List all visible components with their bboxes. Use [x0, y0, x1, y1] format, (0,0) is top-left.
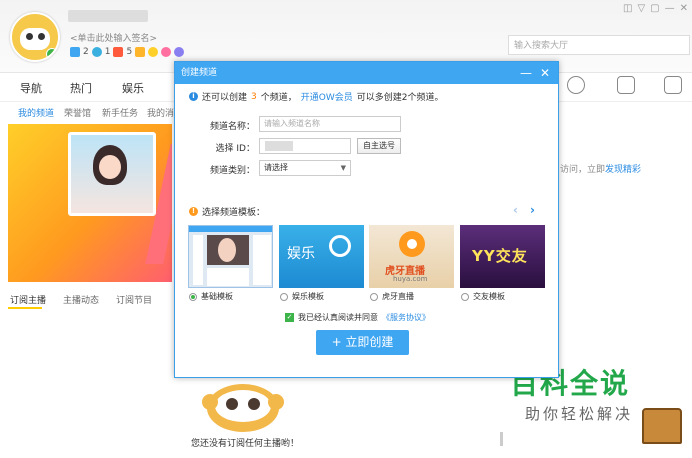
minimize-icon[interactable]: — — [665, 3, 675, 14]
service-agreement-link[interactable]: 《服务协议》 — [382, 312, 430, 323]
info-icon: i — [189, 92, 198, 101]
template-huya-option[interactable]: 虎牙直播 — [370, 291, 414, 302]
discover-link[interactable]: 发现精彩 — [605, 165, 641, 175]
vip-icon — [174, 47, 185, 57]
watermark-subtitle: 助你轻松解决 — [525, 405, 634, 423]
love-icon — [161, 47, 172, 57]
close-icon[interactable]: ✕ — [540, 62, 550, 84]
category-label: 频道类别： — [209, 166, 255, 176]
subnav-my-channels[interactable]: 我的频道 — [18, 106, 54, 119]
skin-icon[interactable]: ◫ — [623, 3, 632, 14]
level-icon — [113, 47, 124, 57]
agree-checkbox[interactable]: ✓ — [285, 313, 294, 322]
id-label: 选择 ID： — [215, 144, 255, 154]
badge-row: 2 1 5 — [70, 47, 185, 57]
signature-field[interactable]: <单击此处输入签名> — [70, 31, 157, 44]
template-heading: ! 选择频道模板： — [189, 205, 265, 218]
minimize-icon[interactable]: — — [520, 62, 532, 84]
smile-icon — [148, 47, 159, 57]
empty-state-message: 您还没有订阅任何主播哟！ — [191, 439, 300, 449]
settings-icon[interactable]: ▢ — [650, 3, 659, 14]
template-social-option[interactable]: 交友模板 — [461, 291, 505, 302]
create-channel-dialog: 创建频道 — ✕ i 还可以创建 3 个频道， 开通OW会员 可以多创建2个频道… — [174, 61, 559, 378]
dialog-title: 创建频道 — [175, 62, 558, 84]
online-status-icon — [46, 48, 58, 60]
prev-page-icon[interactable]: ‹ — [513, 203, 518, 217]
nav-item-guide[interactable]: 导航 — [20, 80, 42, 96]
next-page-icon[interactable]: › — [530, 203, 535, 217]
banner-photo — [68, 132, 156, 216]
radio[interactable] — [461, 292, 469, 301]
play-icon — [135, 47, 146, 57]
nav-item-hot[interactable]: 热门 — [70, 80, 92, 96]
menu-icon[interactable]: ▽ — [637, 3, 645, 14]
template-basic-thumb[interactable] — [188, 225, 273, 288]
template-entertainment-thumb[interactable]: 娱乐 — [279, 225, 364, 288]
category-select[interactable]: 请选择 ▼ — [259, 160, 351, 176]
contacts-icon[interactable] — [617, 76, 635, 94]
template-huya-thumb[interactable]: 虎牙直播 huya.com — [369, 225, 454, 288]
channel-name-input[interactable]: 请输入频道名称 — [259, 116, 401, 132]
promo-banner[interactable] — [8, 124, 172, 282]
radio-selected[interactable] — [189, 292, 197, 301]
search-input[interactable]: 输入搜索大厅 — [508, 35, 690, 55]
radio[interactable] — [280, 292, 288, 301]
subnav-messages[interactable]: 我的消 — [147, 106, 174, 119]
active-tab-indicator — [8, 307, 42, 309]
nav-item-entertainment[interactable]: 娱乐 — [122, 80, 144, 96]
radio[interactable] — [370, 292, 378, 301]
subnav-honor[interactable]: 荣誉馆 — [64, 106, 91, 119]
tab-subscribed-shows[interactable]: 订阅节目 — [116, 293, 152, 306]
heart-icon — [91, 47, 102, 57]
treasure-chest-icon[interactable] — [642, 408, 682, 444]
tab-subscribed-hosts[interactable]: 订阅主播 — [10, 293, 46, 306]
scrollbar[interactable] — [500, 432, 503, 446]
channel-name-label: 频道名称： — [209, 122, 255, 132]
avatar[interactable] — [10, 12, 60, 62]
quota-info: i 还可以创建 3 个频道， 开通OW会员 可以多创建2个频道。 — [189, 90, 443, 103]
apps-icon[interactable] — [664, 76, 682, 94]
tab-host-updates[interactable]: 主播动态 — [63, 293, 99, 306]
window-controls: ◫ ▽ ▢ — ✕ — [623, 3, 688, 14]
close-icon[interactable]: ✕ — [680, 3, 688, 14]
create-now-button[interactable]: + 立即创建 — [316, 330, 409, 355]
ow-member-link[interactable]: 开通OW会员 — [301, 90, 353, 103]
agreement-row: ✓ 我已经认真阅读并同意 《服务协议》 — [285, 312, 430, 323]
quota-count: 3 — [251, 91, 257, 102]
discover-hint: 访问，立即发现精彩 — [560, 165, 642, 175]
id-masked — [265, 141, 293, 151]
chevron-down-icon: ▼ — [340, 164, 346, 172]
template-social-thumb[interactable]: YY交友 — [460, 225, 545, 288]
warning-icon: ! — [189, 207, 198, 216]
user-icon[interactable] — [567, 76, 585, 94]
template-entertainment-option[interactable]: 娱乐模板 — [280, 291, 324, 302]
template-basic-option[interactable]: 基础模板 — [189, 291, 233, 302]
choose-id-button[interactable]: 自主选号 — [357, 138, 401, 154]
subnav-tasks[interactable]: 新手任务 — [102, 106, 138, 119]
username-masked — [68, 10, 148, 22]
badge-icon — [70, 47, 80, 57]
